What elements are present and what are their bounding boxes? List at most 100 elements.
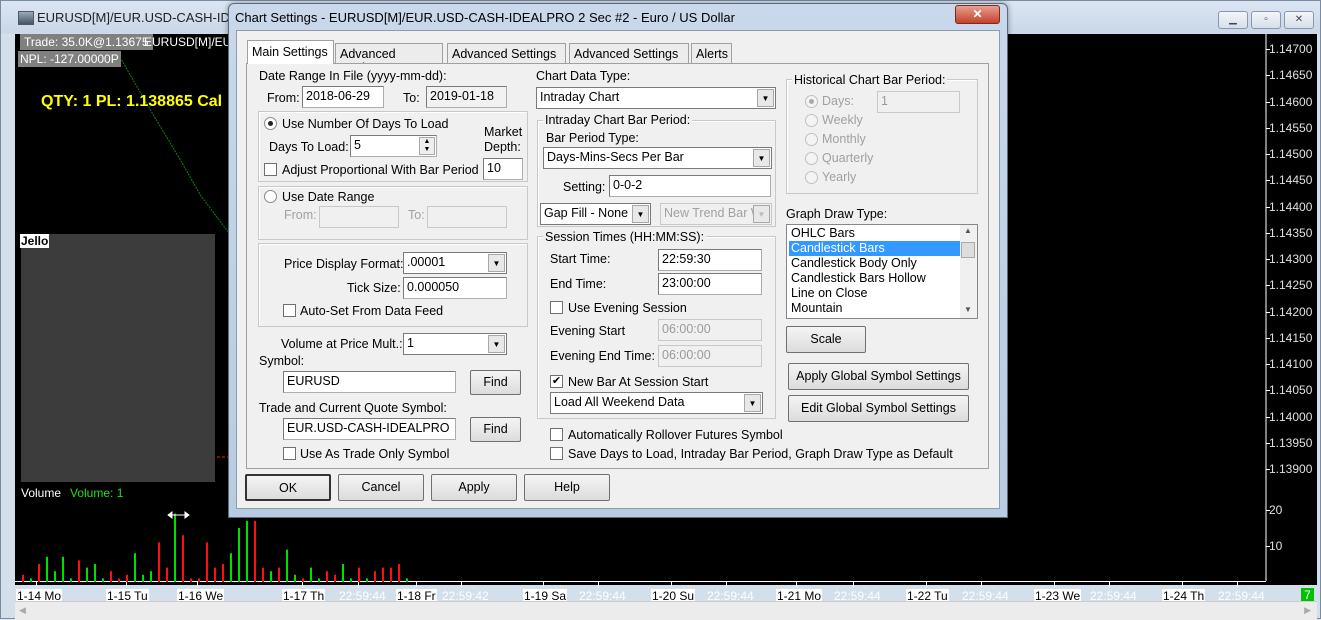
chevron-down-icon[interactable]: ▼ [757, 89, 774, 107]
to-label: To: [403, 91, 420, 105]
price-tick-label: 1.14250 [1269, 278, 1313, 293]
edit-global-settings-button[interactable]: Edit Global Symbol Settings [788, 395, 969, 422]
tab-alerts[interactable]: Alerts [691, 43, 732, 64]
vap-label: Volume at Price Mult.: [281, 337, 403, 351]
find-symbol-button[interactable]: Find [470, 370, 521, 395]
graph-type-option[interactable]: Candlestick Bars Hollow [789, 271, 960, 286]
tab-advanced-settings[interactable]: Advanced Settings [335, 43, 443, 75]
auto-set-checkbox[interactable] [283, 304, 296, 317]
scroll-thumb[interactable] [961, 242, 975, 258]
hist-monthly-radio[interactable] [805, 133, 818, 146]
price-tick-label: 1.14000 [1269, 409, 1313, 424]
new-trend-bar-select[interactable]: New Trend Bar W ▼ [660, 203, 772, 225]
graph-draw-type-list[interactable]: OHLC Bars Candlestick Bars Candlestick B… [786, 224, 978, 319]
to-date-field[interactable]: 2019-01-18 [426, 86, 507, 108]
time-tick [1109, 582, 1110, 587]
tab-main-settings[interactable]: Main Settings [247, 40, 334, 64]
time-tick [1237, 582, 1238, 587]
horizontal-scrollbar[interactable]: ◀ ▶ [15, 601, 1317, 620]
volume-bar [390, 567, 392, 582]
end-time-label: End Time: [550, 277, 607, 291]
hist-days-radio[interactable] [805, 95, 818, 108]
find-trade-symbol-button[interactable]: Find [470, 417, 521, 442]
apply-button[interactable]: Apply [431, 474, 517, 501]
save-default-checkbox[interactable] [550, 447, 563, 460]
new-trend-bar-value: New Trend Bar W [664, 206, 763, 220]
rollover-label: Automatically Rollover Futures Symbol [568, 428, 783, 442]
hist-days-label: Days: [822, 94, 854, 108]
hist-weekly-radio[interactable] [805, 114, 818, 127]
scroll-right-icon[interactable]: ▶ [1304, 605, 1311, 616]
chevron-down-icon[interactable]: ▼ [753, 149, 770, 167]
time-tick [981, 582, 982, 587]
price-tick-label: 1.14600 [1269, 94, 1313, 109]
evening-start-field[interactable]: 06:00:00 [658, 319, 762, 341]
help-button[interactable]: Help [524, 474, 610, 501]
scroll-up-icon[interactable]: ▲ [964, 226, 972, 235]
trade-label: Trade: 35.0K@1.13675 [20, 34, 153, 50]
tab-advanced-settings-2[interactable]: Advanced Settings 2 [447, 43, 566, 75]
price-format-select[interactable]: .00001 ▼ [403, 252, 507, 274]
vap-select[interactable]: 1 ▼ [403, 333, 507, 355]
graph-type-option[interactable]: OHLC Bars [789, 226, 960, 241]
tab-advanced-settings-3[interactable]: Advanced Settings 3 [569, 43, 689, 75]
apply-global-settings-button[interactable]: Apply Global Symbol Settings [788, 363, 969, 390]
tick-size-field[interactable]: 0.000050 [403, 277, 507, 299]
scroll-left-icon[interactable]: ◀ [19, 605, 26, 616]
scroll-down-icon[interactable]: ▼ [964, 305, 972, 314]
date-range-from-field[interactable] [319, 206, 399, 228]
use-days-radio[interactable] [264, 117, 277, 130]
from-date-field[interactable]: 2018-06-29 [302, 86, 384, 108]
new-bar-checkbox[interactable]: ✔ [550, 375, 563, 388]
hist-days-field[interactable]: 1 [877, 91, 960, 113]
graph-draw-type-label: Graph Draw Type: [786, 207, 888, 221]
chevron-down-icon[interactable]: ▼ [632, 205, 649, 223]
volume-bar [142, 574, 144, 582]
time-tick [796, 582, 797, 587]
graph-type-option-selected[interactable]: Candlestick Bars [789, 241, 960, 256]
evening-end-field[interactable]: 06:00:00 [658, 345, 762, 367]
chart-data-type-value: Intraday Chart [540, 90, 620, 104]
trade-only-label: Use As Trade Only Symbol [300, 447, 450, 461]
hist-quarterly-radio[interactable] [805, 152, 818, 165]
chart-data-type-select[interactable]: Intraday Chart ▼ [536, 87, 776, 109]
market-depth-field[interactable]: 10 [483, 158, 523, 180]
use-date-range-radio[interactable] [264, 190, 277, 203]
graph-type-option[interactable]: Line on Close [789, 286, 960, 301]
qty-pl-text: QTY: 1 PL: 1.138865 Cal [41, 93, 223, 110]
rollover-checkbox[interactable] [550, 428, 563, 441]
trade-only-checkbox[interactable] [283, 447, 296, 460]
scale-button[interactable]: Scale [786, 326, 866, 353]
market-depth-label: Market [484, 125, 523, 139]
dialog-close-button[interactable]: ✕ [955, 5, 1000, 24]
list-scrollbar[interactable]: ▲ ▼ [960, 225, 977, 318]
start-time-field[interactable]: 22:59:30 [658, 249, 762, 271]
chevron-down-icon[interactable]: ▼ [744, 394, 761, 412]
chevron-down-icon[interactable]: ▼ [488, 254, 505, 272]
time-tick [197, 582, 198, 587]
hist-yearly-radio[interactable] [805, 171, 818, 184]
gap-fill-select[interactable]: Gap Fill - None ▼ [540, 203, 651, 225]
bar-period-type-select[interactable]: Days-Mins-Secs Per Bar ▼ [543, 147, 772, 169]
cancel-button[interactable]: Cancel [338, 474, 424, 501]
graph-type-option[interactable]: Candlestick Body Only [789, 256, 960, 271]
weekend-data-select[interactable]: Load All Weekend Data ▼ [550, 392, 763, 414]
volume-bar [198, 578, 200, 582]
end-time-field[interactable]: 23:00:00 [658, 273, 762, 295]
days-spinner[interactable]: ▲ ▼ [419, 137, 435, 155]
chevron-down-icon[interactable]: ▼ [488, 335, 505, 353]
date-range-to-field[interactable] [427, 206, 507, 228]
setting-field[interactable]: 0-0-2 [609, 175, 771, 197]
graph-type-option[interactable]: Mountain [789, 301, 960, 316]
volume-bar [342, 564, 344, 582]
volume-tick-label: 20 [1269, 503, 1283, 517]
npl-label: NPL: -127.00000P [18, 51, 121, 67]
time-tick [853, 582, 854, 587]
evening-session-checkbox[interactable] [550, 301, 563, 314]
ok-button[interactable]: OK [245, 474, 331, 501]
symbol-field[interactable]: EURUSD [283, 371, 456, 393]
trade-symbol-field[interactable]: EUR.USD-CASH-IDEALPRO [283, 418, 456, 440]
adjust-proportional-checkbox[interactable] [264, 163, 277, 176]
price-tick-label: 1.14650 [1269, 68, 1313, 83]
weekend-data-value: Load All Weekend Data [554, 395, 685, 409]
